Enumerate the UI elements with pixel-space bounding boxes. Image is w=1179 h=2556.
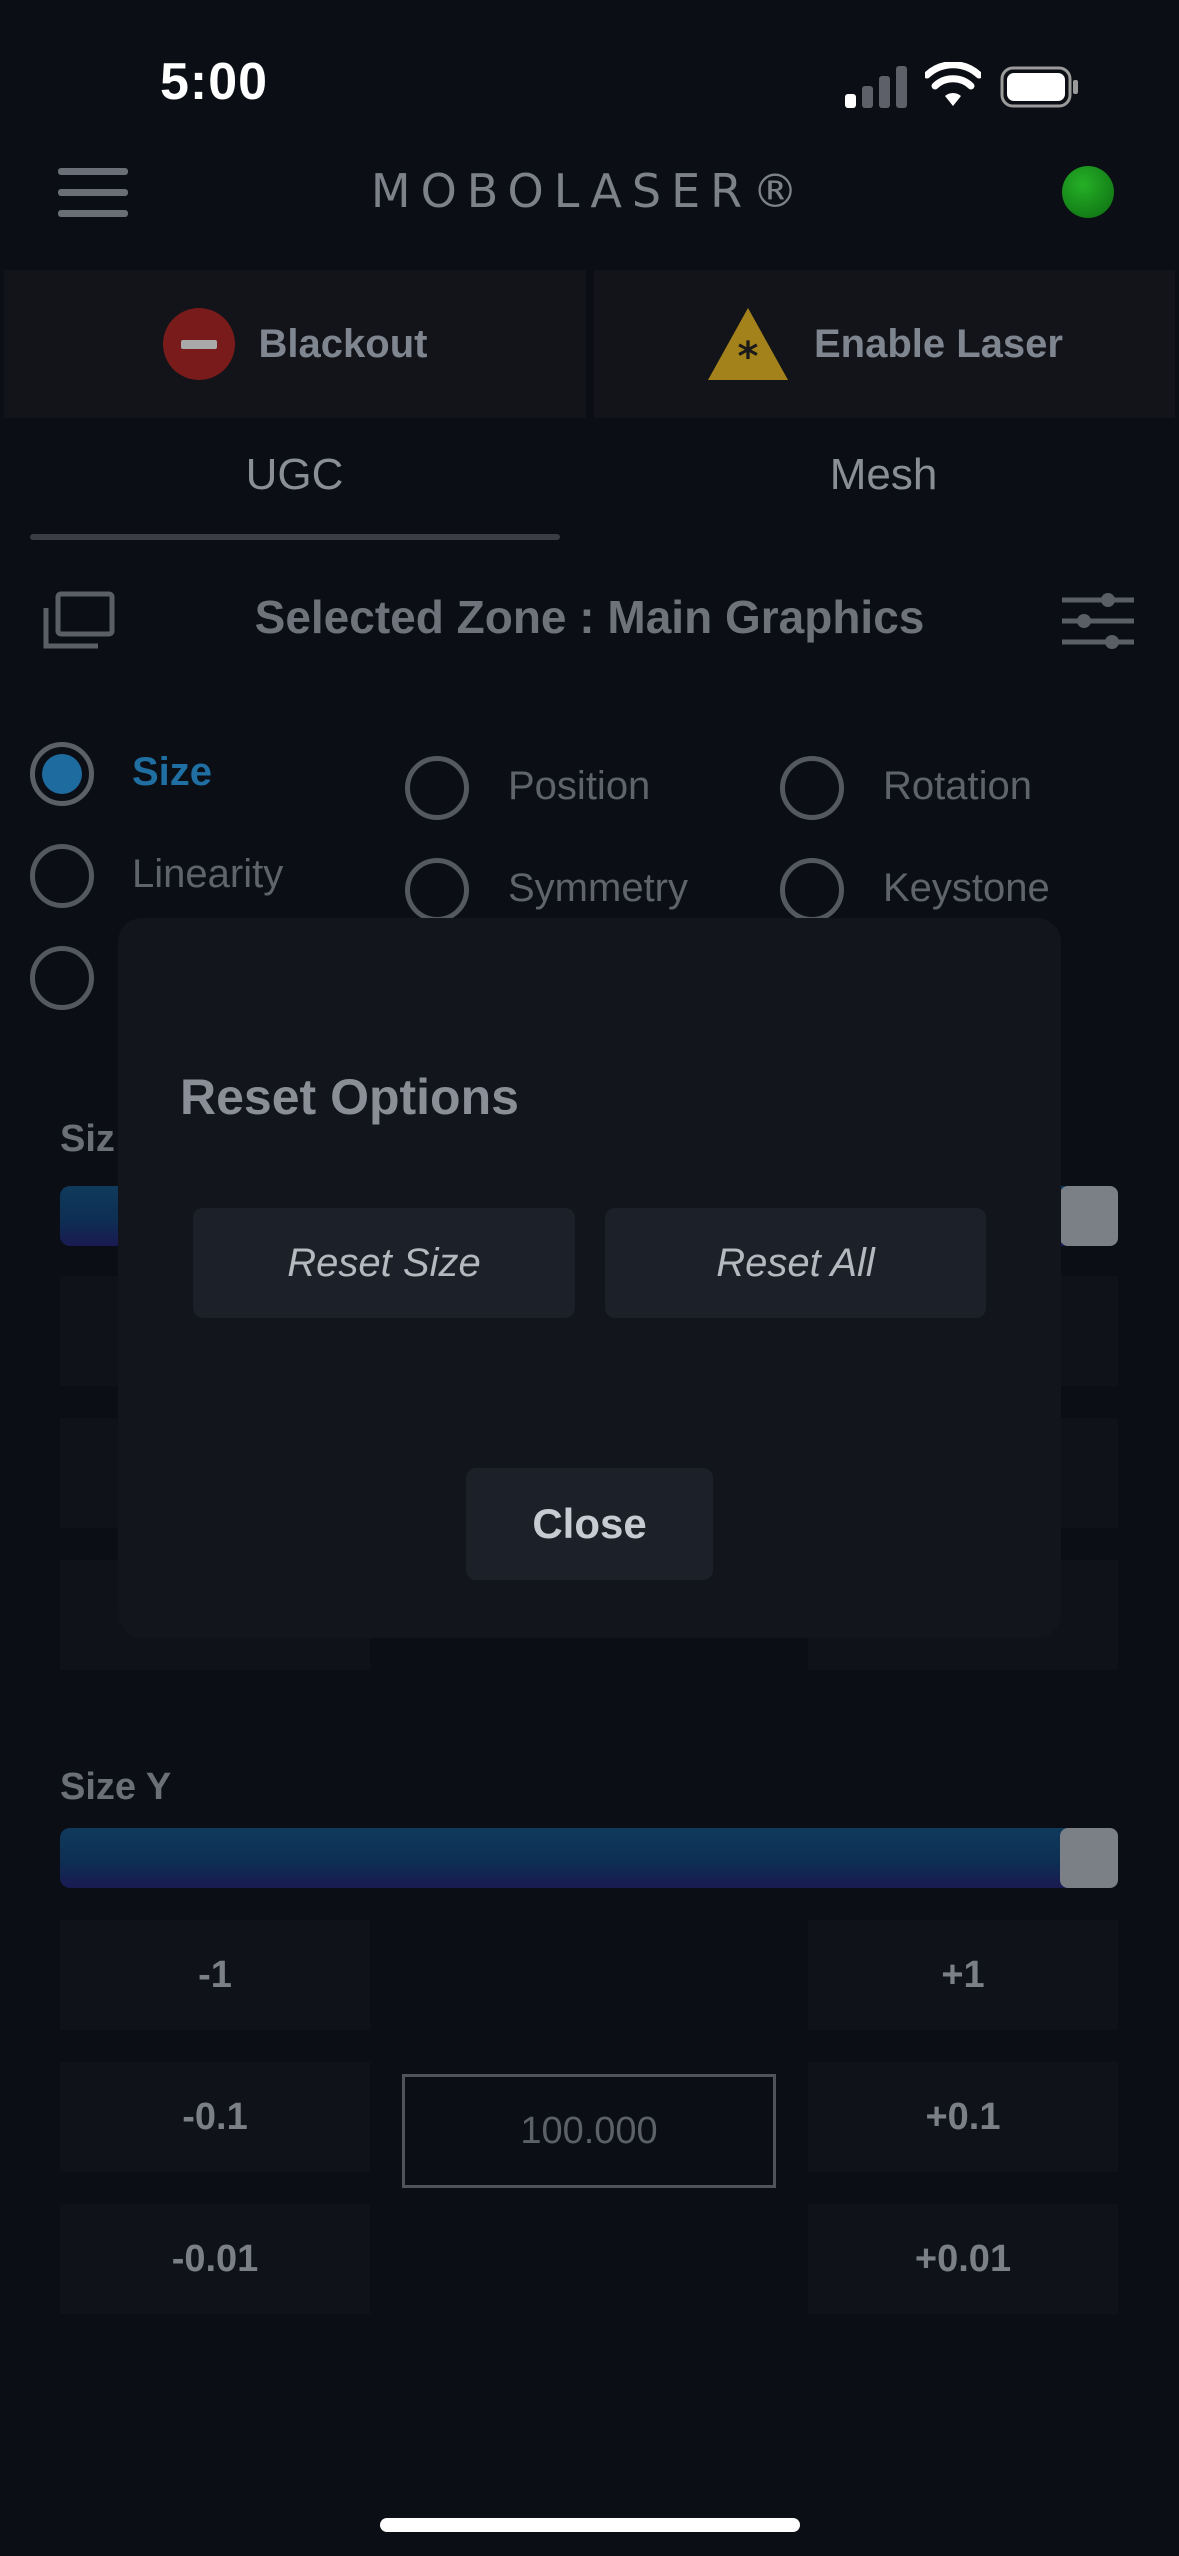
wifi-icon (925, 62, 981, 106)
cellular-signal-icon (845, 64, 907, 108)
size-y-minus-0-01-button[interactable]: -0.01 (60, 2204, 370, 2314)
size-y-minus-1-button[interactable]: -1 (60, 1920, 370, 2030)
reset-size-button[interactable]: Reset Size (193, 1208, 575, 1318)
radio-keystone[interactable] (780, 858, 844, 922)
brand-title: MOBOLASER® (370, 164, 809, 218)
size-y-label: Size Y (60, 1766, 172, 1808)
size-y-slider-thumb[interactable] (1060, 1828, 1118, 1888)
radio-size[interactable] (30, 742, 94, 806)
size-x-slider-thumb[interactable] (1060, 1186, 1118, 1246)
blackout-icon (162, 308, 235, 380)
radio-position-label: Position (508, 764, 651, 808)
radio-rotation[interactable] (780, 756, 844, 820)
blackout-label: Blackout (258, 321, 428, 366)
reset-all-button[interactable]: Reset All (605, 1208, 986, 1318)
size-y-plus-0-1-button[interactable]: +0.1 (808, 2062, 1118, 2172)
enable-laser-label: Enable Laser (813, 321, 1063, 366)
active-tab-indicator (30, 534, 560, 540)
size-y-plus-1-button[interactable]: +1 (808, 1920, 1118, 2030)
home-indicator[interactable] (380, 2518, 800, 2532)
radio-symmetry[interactable] (405, 858, 469, 922)
radio-size-label: Size (132, 750, 213, 794)
tab-ugc[interactable]: UGC (0, 450, 589, 500)
settings-sliders-icon[interactable] (1060, 590, 1136, 652)
radio-rotation-label: Rotation (883, 764, 1032, 808)
close-button[interactable]: Close (466, 1468, 713, 1580)
radio-linearity[interactable] (30, 844, 94, 908)
radio-symmetry-label: Symmetry (508, 866, 688, 910)
connection-status-indicator (1062, 166, 1114, 218)
radio-option[interactable] (30, 946, 94, 1010)
size-x-label: Siz (60, 1118, 115, 1160)
size-y-minus-0-1-button[interactable]: -0.1 (60, 2062, 370, 2172)
battery-icon (1000, 66, 1078, 108)
status-time: 5:00 (160, 53, 269, 111)
size-y-value-field[interactable]: 100.000 (402, 2074, 776, 2188)
laser-warning-icon: * (707, 308, 788, 380)
tab-mesh[interactable]: Mesh (589, 450, 1178, 500)
radio-linearity-label: Linearity (132, 852, 284, 896)
size-y-slider[interactable] (60, 1828, 1118, 1888)
selected-zone-title: Selected Zone : Main Graphics (254, 591, 925, 643)
radio-keystone-label: Keystone (883, 866, 1050, 910)
dialog-title: Reset Options (180, 1069, 519, 1125)
enable-laser-button[interactable]: * Enable Laser (594, 270, 1175, 418)
svg-text:*: * (738, 334, 759, 380)
blackout-button[interactable]: Blackout (4, 270, 586, 418)
radio-position[interactable] (405, 756, 469, 820)
size-y-plus-0-01-button[interactable]: +0.01 (808, 2204, 1118, 2314)
